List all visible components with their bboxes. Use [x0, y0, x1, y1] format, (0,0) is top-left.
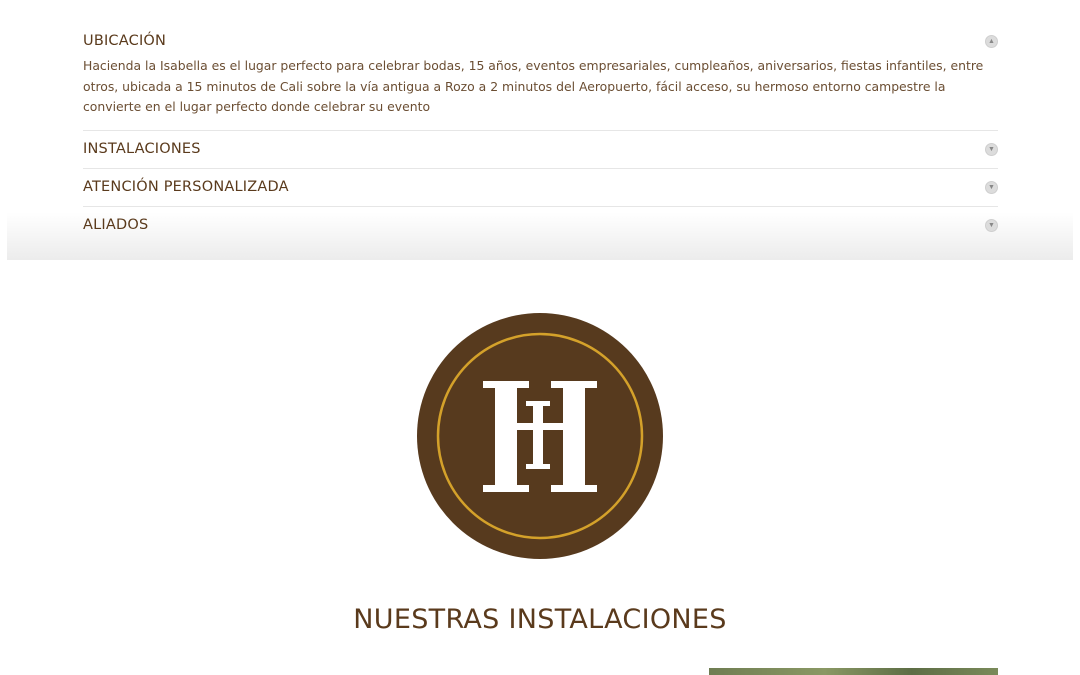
facilities-text-peek [84, 670, 684, 675]
facilities-image [709, 668, 998, 675]
accordion-title: UBICACIÓN [83, 33, 167, 49]
section-title: NUESTRAS INSTALACIONES [353, 604, 727, 635]
accordion: UBICACIÓN ▲ Hacienda la Isabella es el l… [83, 24, 998, 244]
accordion-header-ubicacion[interactable]: UBICACIÓN ▲ [83, 24, 998, 58]
accordion-item-aliados: ALIADOS ▼ [83, 207, 998, 244]
accordion-item-instalaciones: INSTALACIONES ▼ [83, 131, 998, 169]
accordion-header-aliados[interactable]: ALIADOS ▼ [83, 207, 998, 244]
accordion-item-atencion-personalizada: ATENCIÓN PERSONALIZADA ▼ [83, 169, 998, 207]
chevron-down-icon[interactable]: ▼ [985, 180, 998, 194]
accordion-header-atencion-personalizada[interactable]: ATENCIÓN PERSONALIZADA ▼ [83, 169, 998, 206]
accordion-item-ubicacion: UBICACIÓN ▲ Hacienda la Isabella es el l… [83, 24, 998, 131]
chevron-down-icon[interactable]: ▼ [985, 218, 998, 232]
accordion-body-ubicacion: Hacienda la Isabella es el lugar perfect… [83, 58, 984, 115]
monogram-logo-icon [417, 313, 663, 559]
accordion-section: UBICACIÓN ▲ Hacienda la Isabella es el l… [7, 0, 1073, 260]
accordion-title: INSTALACIONES [83, 141, 201, 158]
chevron-up-icon[interactable]: ▲ [985, 34, 998, 48]
accordion-title: ATENCIÓN PERSONALIZADA [83, 179, 289, 196]
accordion-header-instalaciones[interactable]: INSTALACIONES ▼ [83, 131, 998, 168]
chevron-down-icon[interactable]: ▼ [985, 142, 998, 156]
accordion-title: ALIADOS [83, 217, 149, 234]
hacienda-logo [417, 313, 663, 559]
